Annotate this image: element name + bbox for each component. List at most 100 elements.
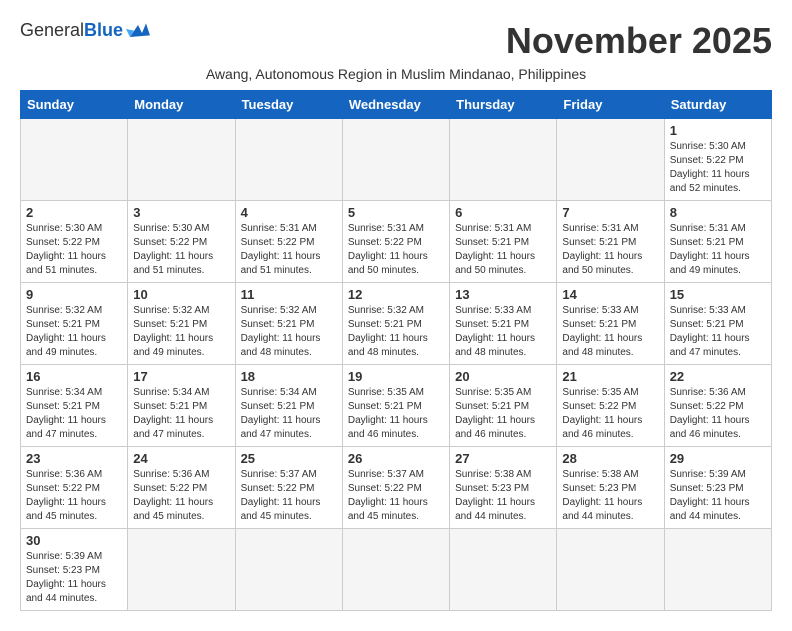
logo-bird-icon: [126, 21, 150, 41]
calendar-cell: 8 Sunrise: 5:31 AMSunset: 5:21 PMDaylight…: [664, 201, 771, 283]
calendar-cell: [342, 119, 449, 201]
calendar-cell: 20Sunrise: 5:35 AMSunset: 5:21 PMDayligh…: [450, 365, 557, 447]
day-number: 18: [241, 369, 337, 384]
cell-content: Sunrise: 5:31 AMSunset: 5:21 PMDaylight:…: [562, 222, 658, 278]
day-number: 22: [670, 369, 766, 384]
calendar-cell: 24 Sunrise: 5:36 AMSunset: 5:22 PMDayligh…: [128, 447, 235, 529]
cell-content: Sunrise: 5:34 AMSunset: 5:21 PMDaylight:…: [133, 386, 229, 442]
weekday-header-wednesday: Wednesday: [342, 91, 449, 119]
day-number: 14: [562, 287, 658, 302]
cell-content: Sunrise: 5:34 AMSunset: 5:21 PMDaylight:…: [26, 386, 122, 442]
calendar-cell: [664, 529, 771, 611]
calendar-cell: 4Sunrise: 5:31 AMSunset: 5:22 PMDaylight…: [235, 201, 342, 283]
cell-content: Sunrise: 5:39 AMSunset: 5:23 PMDaylight:…: [670, 468, 766, 524]
calendar-cell: 22 Sunrise: 5:36 AMSunset: 5:22 PMDayligh…: [664, 365, 771, 447]
calendar-cell: 5 Sunrise: 5:31 AMSunset: 5:22 PMDaylight…: [342, 201, 449, 283]
cell-content: Sunrise: 5:32 AMSunset: 5:21 PMDaylight:…: [26, 304, 122, 360]
week-row-1: 1Sunrise: 5:30 AMSunset: 5:22 PMDaylight…: [21, 119, 772, 201]
calendar-cell: 12 Sunrise: 5:32 AMSunset: 5:21 PMDayligh…: [342, 283, 449, 365]
cell-content: Sunrise: 5:30 AMSunset: 5:22 PMDaylight:…: [133, 222, 229, 278]
cell-content: Sunrise: 5:38 AMSunset: 5:23 PMDaylight:…: [562, 468, 658, 524]
cell-content: Sunrise: 5:32 AMSunset: 5:21 PMDaylight:…: [241, 304, 337, 360]
calendar-cell: 14Sunrise: 5:33 AMSunset: 5:21 PMDayligh…: [557, 283, 664, 365]
subtitle: Awang, Autonomous Region in Muslim Minda…: [20, 66, 772, 82]
weekday-header-saturday: Saturday: [664, 91, 771, 119]
calendar-cell: [235, 119, 342, 201]
calendar-cell: 19 Sunrise: 5:35 AMSunset: 5:21 PMDayligh…: [342, 365, 449, 447]
cell-content: Sunrise: 5:36 AMSunset: 5:22 PMDaylight:…: [133, 468, 229, 524]
cell-content: Sunrise: 5:31 AMSunset: 5:21 PMDaylight:…: [455, 222, 551, 278]
day-number: 8: [670, 205, 766, 220]
day-number: 30: [26, 533, 122, 548]
day-number: 6: [455, 205, 551, 220]
day-number: 29: [670, 451, 766, 466]
calendar-cell: 18 Sunrise: 5:34 AMSunset: 5:21 PMDayligh…: [235, 365, 342, 447]
calendar: SundayMondayTuesdayWednesdayThursdayFrid…: [20, 90, 772, 611]
calendar-cell: [235, 529, 342, 611]
calendar-cell: 26 Sunrise: 5:37 AMSunset: 5:22 PMDayligh…: [342, 447, 449, 529]
week-row-6: 30 Sunrise: 5:39 AMSunset: 5:23 PMDayligh…: [21, 529, 772, 611]
header: General Blue November 2025: [20, 20, 772, 62]
day-number: 20: [455, 369, 551, 384]
weekday-header-tuesday: Tuesday: [235, 91, 342, 119]
day-number: 24: [133, 451, 229, 466]
logo-blue-text: Blue: [84, 20, 123, 41]
calendar-cell: [450, 119, 557, 201]
cell-content: Sunrise: 5:32 AMSunset: 5:21 PMDaylight:…: [348, 304, 444, 360]
weekday-header-friday: Friday: [557, 91, 664, 119]
logo: General Blue: [20, 20, 150, 41]
cell-content: Sunrise: 5:30 AMSunset: 5:22 PMDaylight:…: [670, 140, 766, 196]
calendar-cell: 21Sunrise: 5:35 AMSunset: 5:22 PMDayligh…: [557, 365, 664, 447]
cell-content: Sunrise: 5:38 AMSunset: 5:23 PMDaylight:…: [455, 468, 551, 524]
calendar-cell: 17 Sunrise: 5:34 AMSunset: 5:21 PMDayligh…: [128, 365, 235, 447]
cell-content: Sunrise: 5:31 AMSunset: 5:22 PMDaylight:…: [348, 222, 444, 278]
calendar-cell: 6 Sunrise: 5:31 AMSunset: 5:21 PMDaylight…: [450, 201, 557, 283]
calendar-cell: [450, 529, 557, 611]
cell-content: Sunrise: 5:30 AMSunset: 5:22 PMDaylight:…: [26, 222, 122, 278]
day-number: 26: [348, 451, 444, 466]
calendar-cell: 7Sunrise: 5:31 AMSunset: 5:21 PMDaylight…: [557, 201, 664, 283]
calendar-cell: 15Sunrise: 5:33 AMSunset: 5:21 PMDayligh…: [664, 283, 771, 365]
calendar-cell: 9 Sunrise: 5:32 AMSunset: 5:21 PMDaylight…: [21, 283, 128, 365]
calendar-cell: 27Sunrise: 5:38 AMSunset: 5:23 PMDayligh…: [450, 447, 557, 529]
day-number: 9: [26, 287, 122, 302]
cell-content: Sunrise: 5:33 AMSunset: 5:21 PMDaylight:…: [670, 304, 766, 360]
weekday-header-monday: Monday: [128, 91, 235, 119]
calendar-cell: 30 Sunrise: 5:39 AMSunset: 5:23 PMDayligh…: [21, 529, 128, 611]
calendar-cell: [21, 119, 128, 201]
cell-content: Sunrise: 5:32 AMSunset: 5:21 PMDaylight:…: [133, 304, 229, 360]
day-number: 13: [455, 287, 551, 302]
cell-content: Sunrise: 5:31 AMSunset: 5:21 PMDaylight:…: [670, 222, 766, 278]
day-number: 3: [133, 205, 229, 220]
day-number: 10: [133, 287, 229, 302]
calendar-cell: 28 Sunrise: 5:38 AMSunset: 5:23 PMDayligh…: [557, 447, 664, 529]
cell-content: Sunrise: 5:39 AMSunset: 5:23 PMDaylight:…: [26, 550, 122, 606]
day-number: 28: [562, 451, 658, 466]
week-row-2: 2 Sunrise: 5:30 AMSunset: 5:22 PMDaylight…: [21, 201, 772, 283]
month-title: November 2025: [506, 20, 772, 62]
day-number: 5: [348, 205, 444, 220]
cell-content: Sunrise: 5:37 AMSunset: 5:22 PMDaylight:…: [348, 468, 444, 524]
calendar-cell: 10 Sunrise: 5:32 AMSunset: 5:21 PMDayligh…: [128, 283, 235, 365]
day-number: 12: [348, 287, 444, 302]
calendar-cell: 11Sunrise: 5:32 AMSunset: 5:21 PMDayligh…: [235, 283, 342, 365]
week-row-5: 23 Sunrise: 5:36 AMSunset: 5:22 PMDayligh…: [21, 447, 772, 529]
day-number: 23: [26, 451, 122, 466]
day-number: 2: [26, 205, 122, 220]
calendar-cell: [128, 119, 235, 201]
weekday-header-sunday: Sunday: [21, 91, 128, 119]
day-number: 17: [133, 369, 229, 384]
cell-content: Sunrise: 5:36 AMSunset: 5:22 PMDaylight:…: [670, 386, 766, 442]
cell-content: Sunrise: 5:35 AMSunset: 5:21 PMDaylight:…: [348, 386, 444, 442]
cell-content: Sunrise: 5:34 AMSunset: 5:21 PMDaylight:…: [241, 386, 337, 442]
cell-content: Sunrise: 5:36 AMSunset: 5:22 PMDaylight:…: [26, 468, 122, 524]
weekday-header-row: SundayMondayTuesdayWednesdayThursdayFrid…: [21, 91, 772, 119]
cell-content: Sunrise: 5:35 AMSunset: 5:22 PMDaylight:…: [562, 386, 658, 442]
day-number: 4: [241, 205, 337, 220]
cell-content: Sunrise: 5:37 AMSunset: 5:22 PMDaylight:…: [241, 468, 337, 524]
calendar-cell: [557, 119, 664, 201]
day-number: 19: [348, 369, 444, 384]
week-row-3: 9 Sunrise: 5:32 AMSunset: 5:21 PMDaylight…: [21, 283, 772, 365]
calendar-cell: 2 Sunrise: 5:30 AMSunset: 5:22 PMDaylight…: [21, 201, 128, 283]
calendar-cell: 23 Sunrise: 5:36 AMSunset: 5:22 PMDayligh…: [21, 447, 128, 529]
